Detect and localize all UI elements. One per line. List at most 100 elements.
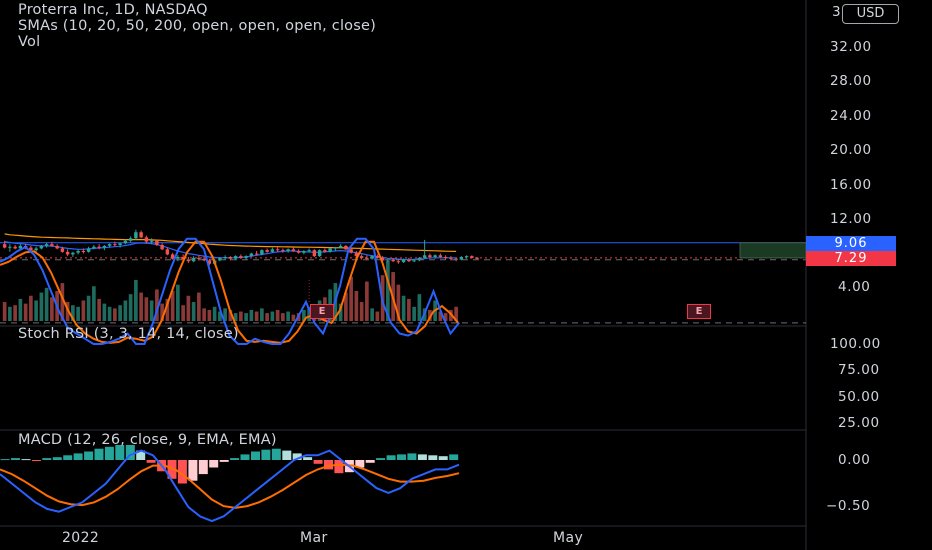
candle-body — [50, 244, 54, 246]
candle-body — [34, 248, 38, 251]
volume-bar — [249, 309, 254, 321]
stoch-tick-label: 75.00 — [838, 362, 880, 378]
price-tick-label: 32.00 — [830, 39, 872, 55]
candle-body — [302, 251, 306, 253]
macd-histogram-bar — [42, 458, 52, 460]
candle-body — [39, 245, 44, 249]
volume-bar — [13, 305, 17, 321]
macd-histogram-bar — [365, 460, 375, 463]
volume-bar — [359, 302, 364, 321]
volume-bar — [412, 306, 416, 321]
volume-bar — [113, 308, 117, 321]
macd-histogram-bar — [94, 448, 104, 460]
candle-body — [475, 257, 479, 259]
candle-body — [170, 254, 175, 259]
candle-body — [449, 257, 453, 259]
price-tick-label: 24.00 — [830, 108, 872, 124]
macd-histogram-bar — [209, 460, 219, 468]
candle-body — [328, 248, 332, 252]
macd-histogram-bar — [334, 460, 344, 474]
projection-box — [739, 242, 807, 259]
candle-body — [286, 249, 290, 252]
candle-body — [86, 248, 91, 252]
candle-body — [323, 250, 327, 252]
candle-body — [433, 255, 437, 257]
candle-body — [92, 246, 96, 249]
currency-button[interactable]: USD — [842, 4, 899, 24]
macd-histogram-bar — [230, 458, 240, 460]
candle-body — [239, 256, 243, 258]
chart-stage[interactable]: Proterra Inc, 1D, NASDAQ SMAs (10, 20, 5… — [0, 0, 932, 550]
candle-body — [422, 255, 427, 258]
candle-body — [233, 256, 238, 259]
candle-body — [254, 253, 259, 255]
macd-histogram-bar — [438, 456, 448, 460]
candle-body — [44, 244, 49, 246]
macd-histogram-bar — [11, 458, 20, 460]
macd-histogram-bar — [376, 458, 386, 460]
volume-bar — [370, 308, 374, 321]
volume-bar — [407, 298, 411, 321]
volume-bar — [76, 306, 80, 321]
earnings-badge[interactable]: E — [310, 304, 334, 319]
candle-body — [197, 257, 201, 259]
macd-histogram-bar — [407, 453, 417, 460]
candle-body — [307, 250, 311, 252]
volume-bar — [197, 292, 201, 321]
macd-histogram-bar — [198, 460, 208, 475]
volume-bar — [202, 308, 206, 321]
time-axis-label: 2022 — [62, 530, 100, 546]
candle-body — [349, 249, 353, 253]
candle-body — [281, 250, 285, 252]
candle-body — [359, 256, 364, 258]
macd-tick-label: 0.00 — [838, 452, 871, 468]
price-tick-label: 12.00 — [830, 211, 872, 227]
candle-body — [396, 261, 401, 263]
volume-bar — [254, 311, 259, 321]
volume-bar — [149, 300, 154, 321]
candle-body — [97, 246, 101, 248]
volume-bar — [207, 309, 212, 321]
macd-histogram-bar — [251, 451, 260, 460]
candle-body — [123, 240, 128, 244]
macd-tick-label: −0.50 — [826, 498, 871, 514]
price-tag-blue: 9.06 — [806, 236, 896, 251]
volume-bar — [191, 302, 196, 321]
macd-signal-line — [0, 463, 460, 509]
volume-bar — [270, 311, 275, 321]
macd-histogram-bar — [73, 453, 83, 460]
candle-body — [312, 250, 317, 257]
candle-body — [102, 245, 107, 248]
candle-body — [176, 256, 180, 259]
candle-body — [338, 245, 343, 248]
candle-body — [13, 246, 17, 249]
stoch-legend: Stoch RSI (3, 3, 14, 14, close) — [18, 326, 239, 342]
candle-body — [464, 256, 469, 258]
candle-body — [223, 256, 227, 258]
earnings-badge-upcoming[interactable]: E — [687, 304, 711, 319]
candle-body — [438, 255, 443, 257]
candle-body — [8, 246, 12, 248]
volume-bar — [18, 298, 23, 321]
macd-histogram-bar — [428, 455, 438, 460]
volume-bar — [134, 279, 138, 321]
candle-body — [265, 250, 269, 252]
volume-bar — [81, 300, 86, 321]
chart-canvas[interactable] — [0, 0, 932, 550]
candle-body — [391, 259, 395, 262]
candle-body — [139, 232, 143, 238]
volume-bar — [291, 314, 296, 321]
volume-legend: Vol — [18, 34, 41, 50]
candle-body — [244, 256, 248, 258]
time-axis-label: Mar — [300, 530, 328, 546]
volume-bar — [176, 284, 180, 321]
macd-histogram-bar — [313, 460, 323, 464]
sma-legend: SMAs (10, 20, 50, 200, open, open, open,… — [18, 18, 376, 34]
candle-body — [155, 240, 159, 246]
macd-histogram-bar — [63, 455, 73, 460]
candle-body — [60, 248, 65, 252]
candle-body — [76, 251, 80, 253]
candle-body — [296, 251, 301, 253]
macd-histogram-bar — [219, 460, 229, 462]
candle-body — [370, 256, 374, 259]
